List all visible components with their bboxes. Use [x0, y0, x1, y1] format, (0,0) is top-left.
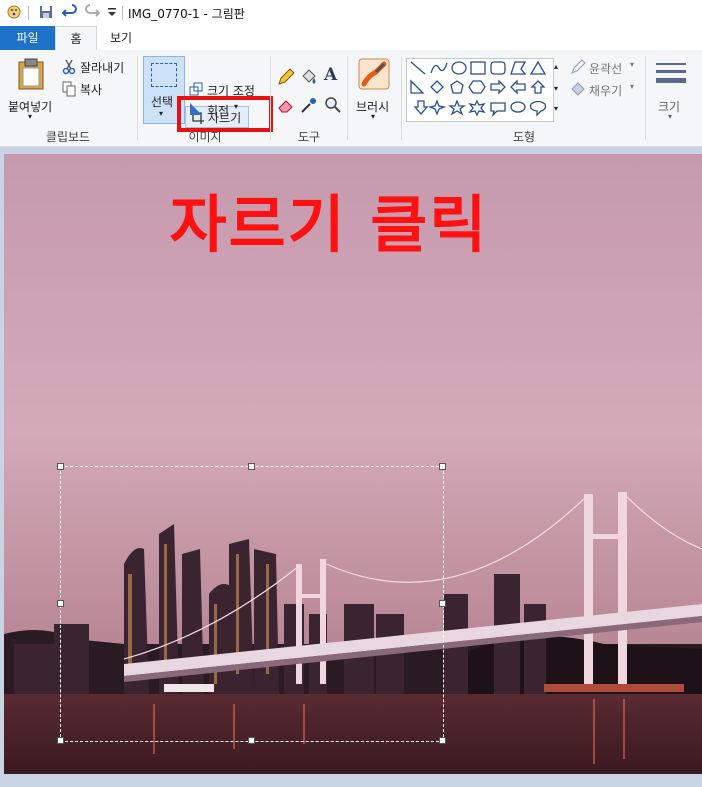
copy-label: 복사 — [80, 83, 103, 97]
tab-home[interactable]: 홈 — [55, 26, 97, 52]
ribbon: 붙여넣기 ▾ 잘라내기 복사 클립보드 선택 ▾ 자르기 크기 조정 회전 ▾ … — [0, 50, 702, 147]
select-dropdown-icon[interactable]: ▾ — [159, 109, 163, 118]
shapes-scroll-down-icon[interactable]: ▾ — [554, 84, 558, 93]
undo-icon[interactable] — [62, 4, 78, 20]
selection-handle-top[interactable] — [248, 463, 255, 470]
annotation-text: 자르기 클릭 — [169, 188, 489, 261]
magnifier-icon[interactable] — [324, 96, 342, 114]
selection-handle-top-right[interactable] — [439, 463, 446, 470]
cut-label: 잘라내기 — [80, 61, 125, 75]
tab-file[interactable]: 파일 — [0, 26, 55, 50]
fill-button[interactable]: 채우기 ▾ — [570, 80, 640, 98]
fill-dropdown-icon[interactable]: ▾ — [630, 82, 634, 91]
selection-handle-right[interactable] — [439, 600, 446, 607]
eraser-icon[interactable] — [277, 96, 295, 114]
size-dropdown-icon[interactable]: ▾ — [668, 112, 672, 121]
copy-icon — [62, 81, 76, 97]
tools-group-label: 도구 — [297, 130, 321, 144]
selection-handle-bottom-right[interactable] — [439, 737, 446, 744]
selection-rectangle[interactable] — [57, 463, 446, 744]
fill-icon — [571, 82, 585, 96]
outline-button[interactable]: 윤곽선 ▾ — [570, 58, 640, 76]
paste-button[interactable]: 붙여넣기 ▾ — [6, 56, 56, 121]
outline-label: 윤곽선 — [589, 62, 623, 76]
cut-button[interactable]: 잘라내기 — [60, 58, 132, 76]
title-bar: IMG_0770-1 - 그림판 — [0, 0, 702, 26]
quick-access-dropdown-icon[interactable] — [104, 4, 120, 20]
outline-icon — [571, 59, 586, 74]
clipboard-group-label: 클립보드 — [45, 130, 91, 144]
outline-dropdown-icon[interactable]: ▾ — [630, 60, 634, 69]
text-tool-icon[interactable]: A — [324, 65, 337, 85]
paint-app-icon — [7, 5, 21, 19]
fill-label: 채우기 — [589, 84, 623, 98]
line-size-icon — [656, 63, 686, 83]
image-group-label: 이미지 — [188, 130, 222, 144]
selection-handle-top-left[interactable] — [57, 463, 64, 470]
tab-view[interactable]: 보기 — [98, 26, 144, 50]
ribbon-tabs: 파일 홈 보기 — [0, 26, 702, 52]
selection-handle-bottom[interactable] — [248, 737, 255, 744]
shapes-gallery — [406, 58, 554, 122]
scissors-icon — [62, 59, 76, 75]
select-rectangle-icon — [151, 63, 177, 87]
shapes-expand-icon[interactable]: ▾ — [554, 104, 558, 113]
selection-handle-bottom-left[interactable] — [57, 737, 64, 744]
select-label: 선택 — [151, 95, 174, 109]
color-picker-icon[interactable] — [300, 96, 318, 114]
fill-bucket-icon[interactable] — [300, 68, 318, 86]
shapes-scroll[interactable]: ▴ ▾ ▾ — [552, 58, 564, 120]
paste-dropdown-icon[interactable]: ▾ — [28, 112, 32, 121]
canvas-image[interactable]: 자르기 클릭 — [4, 154, 702, 774]
brushes-button[interactable]: 브러시 ▾ — [352, 56, 398, 122]
resize-icon — [189, 82, 203, 96]
redo-icon[interactable] — [84, 4, 100, 20]
copy-button[interactable]: 복사 — [60, 80, 132, 98]
brushes-dropdown-icon[interactable]: ▾ — [371, 112, 375, 121]
canvas-area: 자르기 클릭 — [0, 147, 702, 787]
brush-icon — [358, 58, 390, 90]
shapes-group-label: 도형 — [512, 130, 536, 144]
shapes-icons — [410, 60, 547, 118]
selection-handle-left[interactable] — [57, 600, 64, 607]
shapes-scroll-up-icon[interactable]: ▴ — [554, 62, 558, 71]
crop-highlight-box — [177, 96, 273, 132]
clipboard-icon — [18, 58, 44, 90]
save-icon[interactable] — [38, 4, 54, 20]
window-title: IMG_0770-1 - 그림판 — [128, 7, 245, 21]
pencil-icon[interactable] — [277, 68, 295, 86]
size-button[interactable]: 크기 ▾ — [650, 56, 694, 122]
